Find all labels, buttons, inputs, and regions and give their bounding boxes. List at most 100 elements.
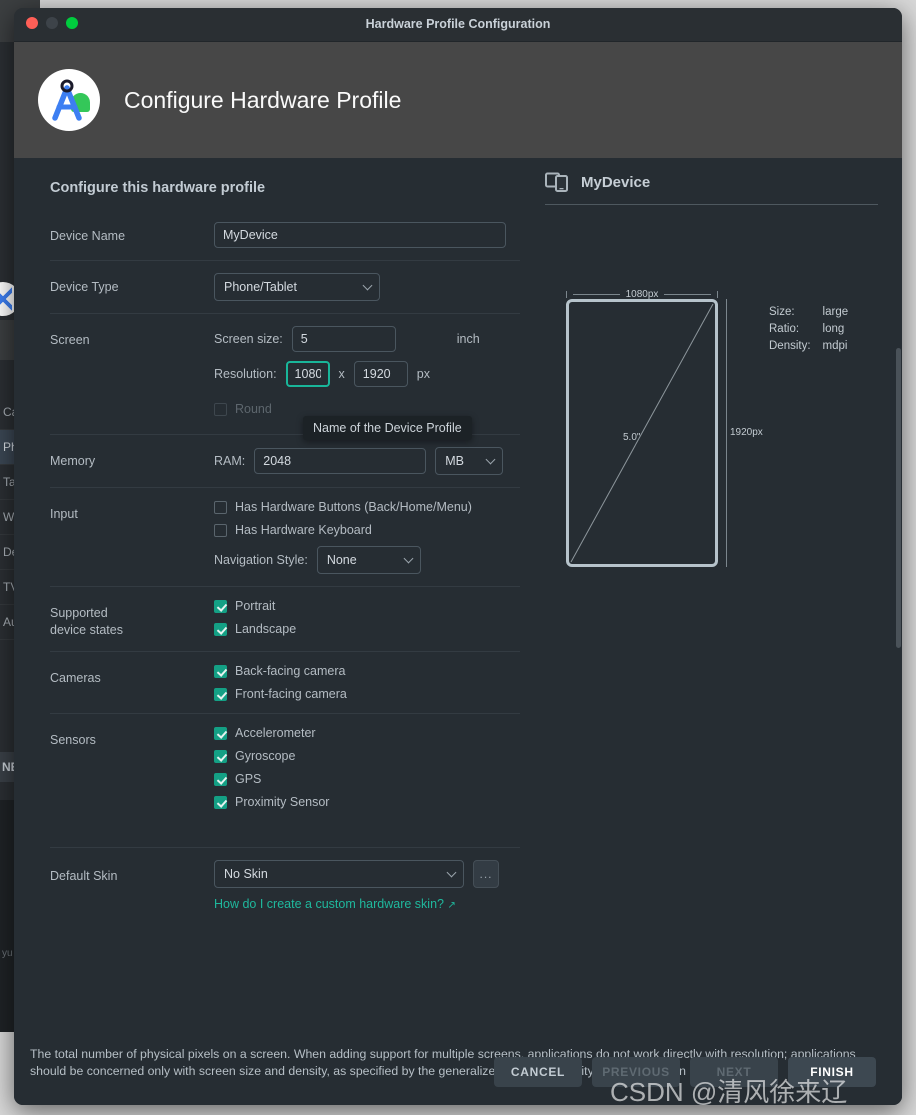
row-input: Input Has Hardware Buttons (Back/Home/Me… xyxy=(50,487,520,586)
device-type-dropdown[interactable]: Phone/Tablet xyxy=(214,273,380,301)
front-camera-label: Front-facing camera xyxy=(235,687,347,701)
window-title: Hardware Profile Configuration xyxy=(365,17,551,31)
next-button[interactable]: NEXT xyxy=(690,1057,778,1087)
ram-unit-value: MB xyxy=(445,454,464,468)
screen-size-label: Screen size: xyxy=(214,332,283,346)
default-skin-dropdown[interactable]: No Skin xyxy=(214,860,464,888)
dialog-body: Configure this hardware profile Device N… xyxy=(14,158,902,1105)
gyroscope-label: Gyroscope xyxy=(235,749,296,763)
accelerometer-row[interactable]: Accelerometer xyxy=(214,726,520,740)
proximity-sensor-checkbox[interactable] xyxy=(214,795,227,809)
dialog-header: Configure Hardware Profile xyxy=(14,42,902,158)
chevron-down-icon xyxy=(362,280,373,291)
chevron-down-icon xyxy=(446,867,457,878)
hardware-buttons-checkbox[interactable] xyxy=(214,500,227,514)
ram-label: RAM: xyxy=(214,454,246,468)
resolution-width-input[interactable] xyxy=(285,361,330,387)
proximity-sensor-row[interactable]: Proximity Sensor xyxy=(214,795,520,809)
preview-header: MyDevice xyxy=(545,172,878,205)
navigation-style-dropdown[interactable]: None xyxy=(316,546,421,574)
resolution-height-input[interactable] xyxy=(353,361,408,387)
finish-button[interactable]: FINISH xyxy=(788,1057,876,1087)
landscape-label: Landscape xyxy=(235,622,297,636)
preview-device-name: MyDevice xyxy=(581,173,651,191)
android-studio-logo-icon xyxy=(38,69,100,131)
previous-button[interactable]: PREVIOUS xyxy=(592,1057,680,1087)
hardware-keyboard-label: Has Hardware Keyboard xyxy=(235,523,372,537)
scrollbar-thumb[interactable] xyxy=(896,348,901,648)
ram-unit-dropdown[interactable]: MB xyxy=(435,447,504,475)
gyroscope-checkbox[interactable] xyxy=(214,749,227,763)
hardware-buttons-row[interactable]: Has Hardware Buttons (Back/Home/Menu) xyxy=(214,500,520,514)
hardware-buttons-label: Has Hardware Buttons (Back/Home/Menu) xyxy=(235,500,472,514)
front-camera-checkbox[interactable] xyxy=(214,687,227,701)
spec-row: Size: large xyxy=(769,305,848,320)
dimension-cap xyxy=(566,291,567,298)
device-name-input[interactable] xyxy=(214,222,506,248)
height-dimension-line xyxy=(726,299,727,567)
round-checkbox[interactable] xyxy=(214,402,227,416)
default-skin-value: No Skin xyxy=(224,867,268,881)
navigation-style-value: None xyxy=(326,553,357,567)
portrait-checkbox[interactable] xyxy=(214,599,227,613)
spec-value: large xyxy=(822,306,849,318)
landscape-row[interactable]: Landscape xyxy=(214,622,520,636)
device-type-label: Device Type xyxy=(50,280,119,294)
screen-label: Screen xyxy=(50,333,90,347)
device-states-label: Supported device states xyxy=(50,599,214,639)
screen-size-unit: inch xyxy=(456,332,480,346)
memory-label: Memory xyxy=(50,454,96,468)
accelerometer-label: Accelerometer xyxy=(235,726,316,740)
resolution-separator: x xyxy=(338,367,345,381)
device-preview-pane: MyDevice 1080px 5.0" 1920px Size: large … xyxy=(529,158,902,1105)
dialog-button-bar: CANCEL PREVIOUS NEXT FINISH xyxy=(14,1039,902,1105)
cameras-label: Cameras xyxy=(50,671,101,685)
dialog-titlebar: Hardware Profile Configuration xyxy=(14,8,902,42)
round-label: Round xyxy=(235,402,272,416)
device-type-value: Phone/Tablet xyxy=(224,280,297,294)
spec-key: Ratio: xyxy=(769,323,800,335)
hardware-keyboard-checkbox[interactable] xyxy=(214,523,227,537)
device-spec-table: Size: large Ratio: long Density: mdpi xyxy=(767,303,850,356)
spec-value: long xyxy=(822,323,845,335)
back-camera-row[interactable]: Back-facing camera xyxy=(214,664,520,678)
back-camera-checkbox[interactable] xyxy=(214,664,227,678)
accelerometer-checkbox[interactable] xyxy=(214,726,227,740)
device-name-tooltip: Name of the Device Profile xyxy=(303,416,472,440)
background-footer-text: yu xyxy=(2,948,13,959)
hardware-profile-dialog: Hardware Profile Configuration Configure… xyxy=(14,8,902,1105)
round-checkbox-row[interactable]: Round xyxy=(214,402,272,416)
gyroscope-row[interactable]: Gyroscope xyxy=(214,749,520,763)
resolution-unit: px xyxy=(416,367,430,381)
landscape-checkbox[interactable] xyxy=(214,622,227,636)
portrait-row[interactable]: Portrait xyxy=(214,599,520,613)
diagonal-line xyxy=(570,303,714,563)
form-section-title: Configure this hardware profile xyxy=(50,180,266,196)
chevron-down-icon xyxy=(485,454,496,465)
scrollbar-track[interactable] xyxy=(895,158,902,1105)
ram-input[interactable] xyxy=(254,448,427,474)
browse-skin-button[interactable]: ... xyxy=(473,860,499,888)
device-states-label-line1: Supported xyxy=(50,606,108,620)
row-device-name: Device Name xyxy=(50,214,520,260)
chevron-down-icon xyxy=(403,553,414,564)
front-camera-row[interactable]: Front-facing camera xyxy=(214,687,520,701)
proximity-sensor-label: Proximity Sensor xyxy=(235,795,330,809)
dimension-line xyxy=(573,294,620,295)
input-label: Input xyxy=(50,507,78,521)
diagonal-size-label: 5.0" xyxy=(623,432,641,443)
spec-row: Ratio: long xyxy=(769,322,848,337)
row-memory: Memory RAM: MB xyxy=(50,434,520,487)
gps-row[interactable]: GPS xyxy=(214,772,520,786)
portrait-label: Portrait xyxy=(235,599,276,613)
device-illustration: 1080px 5.0" 1920px Size: large Ratio: lo… xyxy=(545,205,878,845)
screen-size-input[interactable] xyxy=(291,326,396,352)
gps-checkbox[interactable] xyxy=(214,772,227,786)
custom-skin-help-link[interactable]: How do I create a custom hardware skin? … xyxy=(214,897,520,911)
spec-value: mdpi xyxy=(822,340,848,352)
default-skin-label: Default Skin xyxy=(50,869,118,883)
hardware-keyboard-row[interactable]: Has Hardware Keyboard xyxy=(214,523,520,537)
cancel-button[interactable]: CANCEL xyxy=(494,1057,582,1087)
resolution-label: Resolution: xyxy=(214,367,277,381)
row-cameras: Cameras Back-facing camera Front-facing … xyxy=(50,651,520,713)
